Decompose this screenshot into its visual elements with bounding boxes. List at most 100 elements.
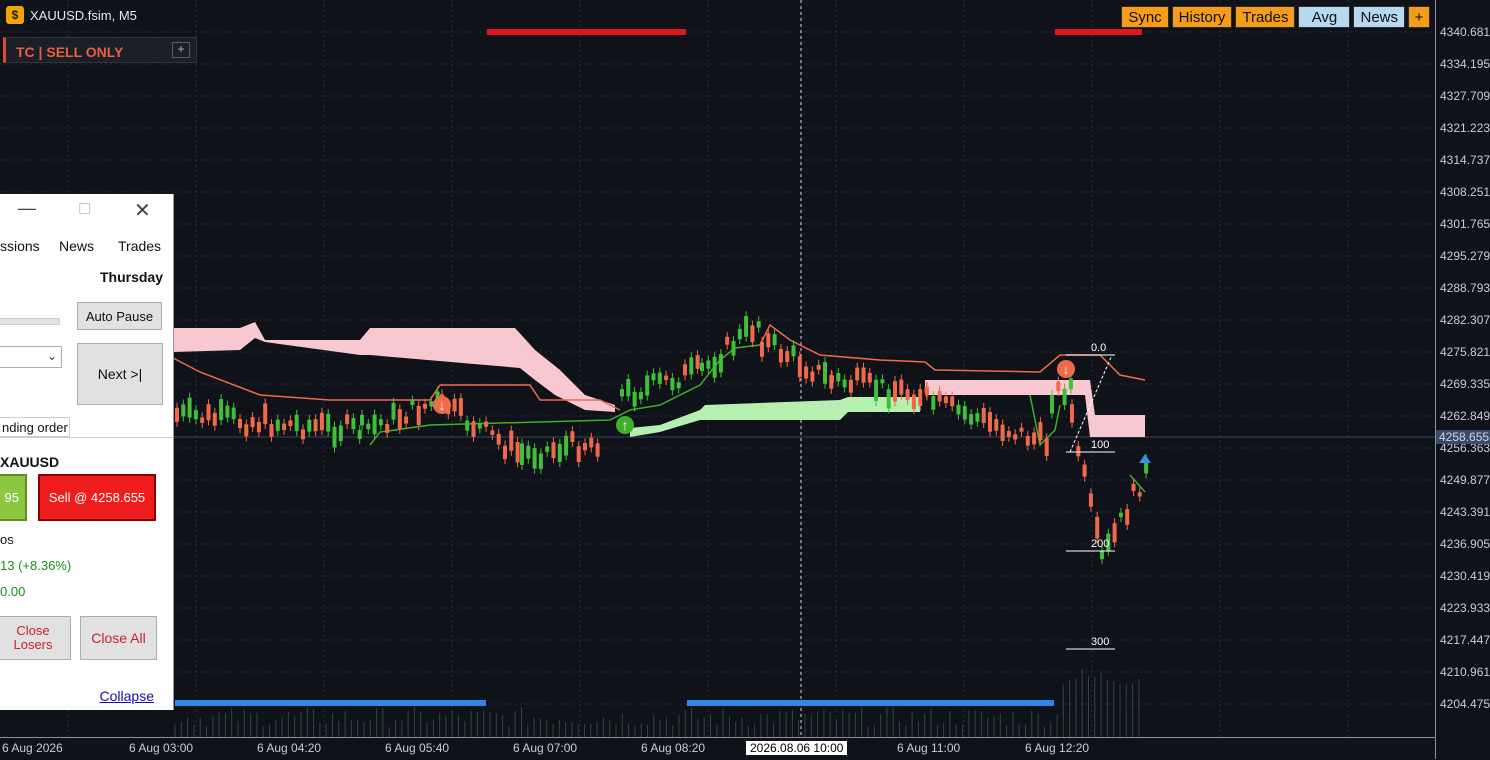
candle: [988, 412, 992, 432]
candle: [282, 423, 287, 430]
auto-pause-button[interactable]: Auto Pause: [77, 302, 162, 330]
candle: [532, 448, 537, 469]
candle: [670, 377, 675, 391]
candle: [1056, 381, 1061, 392]
sell-signal-icon-glyph: ↓: [1063, 361, 1070, 377]
candle: [645, 375, 650, 396]
candle: [410, 400, 415, 405]
candle: [404, 416, 409, 424]
menu-sessions[interactable]: ssions: [0, 238, 40, 254]
avg-button[interactable]: Avg: [1298, 6, 1351, 28]
time-axis[interactable]: 6 Aug 2026 6 Aug 03:00 6 Aug 04:20 6 Aug…: [0, 737, 1435, 760]
news-button[interactable]: News: [1353, 6, 1405, 28]
add-button[interactable]: +: [1408, 6, 1430, 28]
close-all-button[interactable]: Close All: [80, 616, 157, 660]
candle: [1076, 446, 1081, 457]
chart-title-bar: $ XAUUSD.fsim, M5: [6, 6, 137, 24]
price-label: 4269.335: [1440, 377, 1490, 391]
speed-slider[interactable]: [0, 318, 60, 325]
candle: [263, 403, 268, 425]
fib-level-label: 300: [1091, 636, 1109, 648]
candle: [766, 333, 771, 348]
menu-trades[interactable]: Trades: [118, 238, 161, 254]
candle: [931, 396, 936, 410]
candle: [689, 357, 694, 375]
balance-label: 0.00: [0, 584, 26, 599]
candle: [1095, 516, 1100, 539]
sell-button[interactable]: Sell @ 4258.655: [38, 474, 156, 521]
current-price-label: 4258.655: [1436, 430, 1490, 444]
candle: [338, 425, 343, 441]
cursor-time-label: 2026.08.06 10:00: [746, 741, 848, 755]
candle: [503, 445, 507, 460]
candle: [626, 379, 631, 397]
candle: [657, 372, 662, 384]
candle: [962, 406, 967, 420]
candle: [187, 397, 192, 418]
chart-area[interactable]: ↓ ↑ ↓ 0.0 100 200 300: [0, 0, 1435, 737]
profit-label: 13 (+8.36%): [0, 558, 72, 573]
buy-button[interactable]: 95: [0, 474, 27, 521]
chart-toolbar: Sync History Trades Avg News +: [1121, 6, 1430, 28]
candle: [842, 379, 847, 388]
session-bar-blue: [687, 700, 1054, 706]
candle: [357, 430, 362, 439]
price-label: 4288.793: [1440, 281, 1490, 295]
candle: [718, 353, 723, 373]
candle: [557, 443, 562, 462]
tc-expand-button[interactable]: +: [172, 42, 190, 58]
close-icon[interactable]: ✕: [134, 198, 151, 223]
close-losers-button[interactable]: Close Losers: [0, 616, 71, 660]
collapse-link[interactable]: Collapse: [100, 688, 154, 704]
history-button[interactable]: History: [1171, 6, 1233, 28]
speed-select[interactable]: ⌄: [0, 346, 62, 368]
price-label: 4204.475: [1440, 697, 1490, 711]
trade-panel: — ☐ ✕ ssions News Trades Thursday Auto P…: [0, 194, 174, 710]
sync-button[interactable]: Sync: [1121, 6, 1169, 28]
candle: [1013, 434, 1018, 440]
price-label: 4301.765: [1440, 217, 1490, 231]
time-label: 6 Aug 2026: [2, 741, 63, 755]
time-label: 6 Aug 07:00: [513, 741, 578, 755]
time-label: 6 Aug 04:20: [257, 741, 322, 755]
minimize-icon[interactable]: —: [18, 198, 36, 219]
candle: [288, 420, 293, 427]
candle: [937, 391, 942, 402]
tc-mode-box[interactable]: TC | SELL ONLY +: [3, 37, 197, 63]
candle: [490, 430, 495, 435]
candle: [651, 373, 656, 381]
price-label: 4262.849: [1440, 409, 1490, 423]
order-panel: XAUUSD 95 Sell @ 4258.655 os 13 (+8.36%)…: [0, 437, 173, 686]
price-label: 4308.251: [1440, 185, 1490, 199]
candle: [772, 334, 777, 346]
session-bar-red: [487, 29, 686, 35]
time-label: 6 Aug 11:00: [897, 741, 961, 755]
candle: [378, 419, 383, 426]
candle: [620, 389, 624, 397]
candle: [256, 421, 261, 433]
candle: [1000, 424, 1005, 442]
candle: [925, 386, 929, 396]
candle: [545, 446, 550, 452]
maximize-icon[interactable]: ☐: [78, 200, 91, 218]
price-label: 4321.223: [1440, 121, 1490, 135]
day-label: Thursday: [99, 269, 163, 285]
candle: [458, 398, 463, 416]
candle: [893, 381, 897, 402]
price-label: 4217.447: [1440, 633, 1490, 647]
candle: [1137, 492, 1142, 497]
price-label: 4314.737: [1440, 153, 1490, 167]
price-axis[interactable]: 4340.681 4334.195 4327.709 4321.223 4314.737…: [1435, 0, 1490, 759]
menu-news[interactable]: News: [59, 238, 94, 254]
next-button[interactable]: Next >|: [77, 343, 163, 405]
candle: [175, 407, 179, 422]
trades-button[interactable]: Trades: [1235, 6, 1296, 28]
price-label: 4243.391: [1440, 505, 1490, 519]
price-chart[interactable]: ↓ ↑ ↓ 0.0 100 200 300: [0, 0, 1435, 737]
candle: [797, 356, 802, 377]
buy-signal-icon-glyph: ↑: [622, 417, 629, 433]
tab-pending-order[interactable]: nding order: [0, 417, 70, 437]
candle: [526, 445, 531, 459]
session-bar-blue: [175, 700, 486, 706]
candle: [760, 341, 764, 357]
